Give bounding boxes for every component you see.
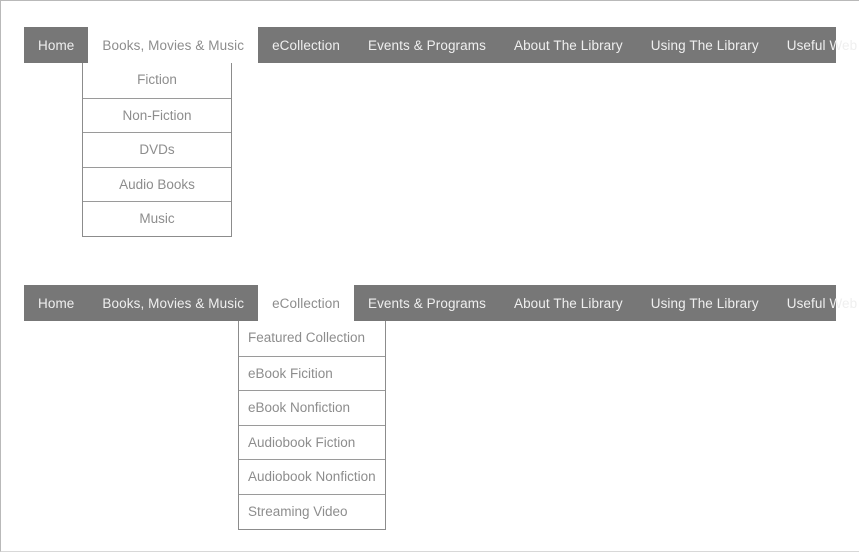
nav-tab-events-programs[interactable]: Events & Programs <box>354 27 500 63</box>
dropdown-item-fiction[interactable]: Fiction <box>83 63 231 98</box>
nav2-tab-using-the-library[interactable]: Using The Library <box>637 285 773 321</box>
nav-tab-home-label: Home <box>38 37 75 53</box>
nav-tab-events-programs-label: Events & Programs <box>367 37 486 53</box>
nav-tab-using-the-library[interactable]: Using The Library <box>637 27 773 63</box>
nav-tab-useful-web-resources-label: Useful Web Resources <box>786 37 859 53</box>
nav-tab-books-movies-music[interactable]: Books, Movies & Music <box>88 27 259 63</box>
nav-tab-about-the-library[interactable]: About The Library <box>500 27 637 63</box>
nav-tab-using-the-library-label: Using The Library <box>650 37 759 53</box>
nav-tab-books-movies-music-label: Books, Movies & Music <box>102 37 245 53</box>
nav2-tab-ecollection-label: eCollection <box>272 295 340 311</box>
dropdown-item-dvds[interactable]: DVDs <box>83 132 231 167</box>
nav2-tab-events-programs-label: Events & Programs <box>367 295 486 311</box>
navbar-primary: Home Books, Movies & Music eCollection E… <box>24 27 859 237</box>
nav2-tab-books-movies-music[interactable]: Books, Movies & Music <box>88 285 258 321</box>
nav-menu-books-movies-music: Home Books, Movies & Music eCollection E… <box>24 27 859 237</box>
dropdown-item-streaming-video[interactable]: Streaming Video <box>239 493 385 529</box>
nav2-tab-using-the-library-label: Using The Library <box>650 295 759 311</box>
nav-tab-home[interactable]: Home <box>24 27 88 63</box>
nav2-tab-ecollection[interactable]: eCollection <box>258 285 354 321</box>
dropdown-item-ebook-nonfiction[interactable]: eBook Nonfiction <box>239 390 385 425</box>
nav-tab-about-the-library-label: About The Library <box>513 37 623 53</box>
dropdown-books-movies-music: Fiction Non-Fiction DVDs Audio Books Mus… <box>82 63 232 237</box>
dropdown-item-audiobook-fiction[interactable]: Audiobook Fiction <box>239 424 385 460</box>
nav-tab-useful-web-resources[interactable]: Useful Web Resources <box>773 27 859 63</box>
dropdown-item-audio-books[interactable]: Audio Books <box>83 166 231 202</box>
nav2-tab-useful-web-resources-label: Useful Web Resources <box>786 295 859 311</box>
nav2-tab-events-programs[interactable]: Events & Programs <box>354 285 500 321</box>
nav2-tab-books-movies-music-label: Books, Movies & Music <box>102 295 245 311</box>
nav2-tab-about-the-library-label: About The Library <box>513 295 623 311</box>
nav-tab-ecollection-label: eCollection <box>272 37 340 53</box>
nav-menu-ecollection: Home Books, Movies & Music eCollection E… <box>24 285 859 530</box>
navbar-secondary: Home Books, Movies & Music eCollection E… <box>24 285 859 530</box>
nav2-tab-home[interactable]: Home <box>24 285 88 321</box>
dropdown-item-non-fiction[interactable]: Non-Fiction <box>83 97 231 133</box>
nav-tab-ecollection[interactable]: eCollection <box>258 27 354 63</box>
nav2-tab-about-the-library[interactable]: About The Library <box>500 285 637 321</box>
nav2-tab-useful-web-resources[interactable]: Useful Web Resources <box>773 285 859 321</box>
dropdown-item-audiobook-nonfiction[interactable]: Audiobook Nonfiction <box>239 459 385 494</box>
nav2-tab-home-label: Home <box>38 295 75 311</box>
dropdown-item-featured-collection[interactable]: Featured Collection <box>239 321 385 356</box>
dropdown-item-ebook-fiction[interactable]: eBook Ficition <box>239 355 385 391</box>
dropdown-ecollection: Featured Collection eBook Ficition eBook… <box>238 321 386 530</box>
dropdown-item-music[interactable]: Music <box>83 201 231 236</box>
